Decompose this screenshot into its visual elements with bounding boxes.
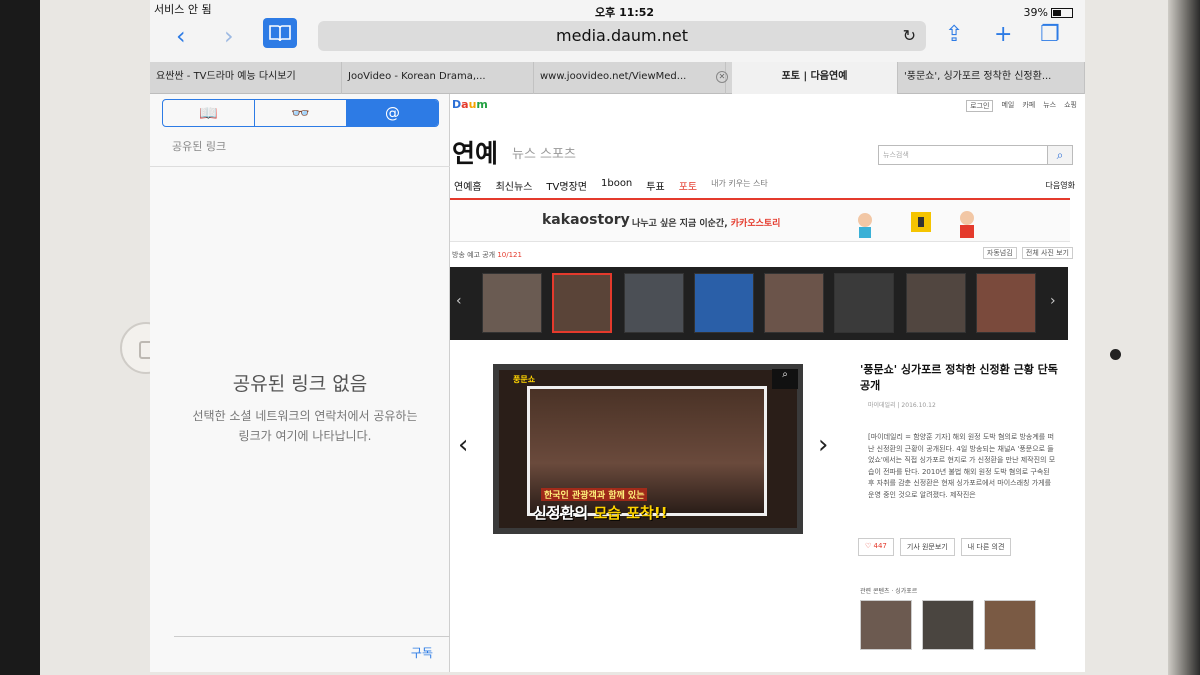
tabs-overview-button[interactable]: ❐ [1040,22,1060,47]
banner-illustration [858,211,974,238]
tab-5[interactable]: '풍문쇼', 싱가포르 정착한 신정환... [898,62,1085,94]
close-tab-icon[interactable]: ✕ [716,71,728,83]
subscribe-button[interactable]: 구독 [411,644,433,661]
feature-caption-small: 한국인 관광객과 함께 있는 [541,488,648,501]
daum-logo[interactable]: Daum [452,98,488,111]
tab-1[interactable]: 요싼싼 - TV드라마 예능 다시보기 [150,62,342,94]
photo-thumb[interactable] [976,273,1036,333]
tab-3[interactable]: www.joovideo.net/ViewMed... [534,62,726,94]
book-icon [269,25,291,42]
view-original-button[interactable]: 기사 원문보기 [899,538,955,556]
photo-thumb[interactable] [764,273,824,333]
new-tab-button[interactable]: + [994,22,1012,47]
strip-controls: 자동넘김 전체 사진 보기 [980,247,1073,259]
forward-button[interactable]: › [224,22,234,50]
article-body: [마이데일리 = 함양훈 기자] 해외 원정 도박 혐의로 방송계를 떠난 신정… [868,433,1056,499]
tab-strip: 요싼싼 - TV드라마 예능 다시보기 JooVideo - Korean Dr… [150,62,1085,94]
article-actions: ♡ 447 기사 원문보기 내 다른 의견 [858,538,1012,556]
bookmarks-button[interactable] [263,18,297,48]
tab-active[interactable]: 포토 | 다음연예 [732,62,898,94]
menu-item-photo[interactable]: 포토 [679,178,697,193]
feature-prev-icon[interactable]: ‹ [458,430,468,460]
menu-item-home[interactable]: 연예홈 [454,178,482,193]
strip-title: 방송 예고 공개 10/121 [452,251,522,259]
back-button[interactable]: ‹ [176,22,186,50]
bookmarks-tab[interactable]: 📖 [163,100,255,126]
daum-movie-link[interactable]: 다음영화 [1046,180,1075,191]
banner-brand: kakaostory [542,212,630,228]
menu-item-star[interactable]: 내가 키우는 스타 [711,178,768,193]
reload-icon[interactable]: ↻ [903,21,916,51]
news-search-input[interactable]: 뉴스검색 [878,145,1048,165]
section-title[interactable]: 연예 [452,134,498,170]
section-label: 공유된 링크 [172,140,227,153]
photo-thumb[interactable] [694,273,754,333]
front-camera [1110,349,1121,360]
view-all-photos-button[interactable]: 전체 사진 보기 [1021,247,1073,259]
shared-links-tab[interactable]: @ [347,100,438,126]
feature-caption-large: 신정환의 모습 포착!! [533,504,668,522]
strip-next-icon[interactable]: › [1050,293,1056,309]
cafe-link[interactable]: 카페 [1022,100,1035,112]
section-menu: 연예홈 최신뉴스 TV명장면 1boon 투표 포토 내가 키우는 스타 [454,178,768,193]
reading-list-tab[interactable]: 👓 [255,100,347,126]
article-meta: 마이데일리 | 2016.10.12 [868,402,936,409]
related-thumb[interactable] [860,600,912,650]
strip-prev-icon[interactable]: ‹ [456,293,462,309]
photo-thumb[interactable] [906,273,966,333]
menu-item-1boon[interactable]: 1boon [601,178,632,193]
divider [150,166,450,167]
photo-thumb[interactable] [482,273,542,333]
related-thumb[interactable] [922,600,974,650]
empty-title: 공유된 링크 없음 [232,373,368,395]
photo-thumb[interactable] [624,273,684,333]
autoplay-toggle[interactable]: 자동넘김 [982,247,1017,259]
mail-link[interactable]: 메일 [1001,100,1014,112]
banner-message: 나누고 싶은 지금 이순간, 카카오스토리 [632,219,781,229]
device-edge [1168,0,1200,675]
empty-description: 선택한 소셜 네트워크의 연락처에서 공유하는 링크가 여기에 나타납니다. [192,409,418,443]
status-bar: 서비스 안 됨 오후 11:52 39% [150,0,1085,19]
menu-item-tv[interactable]: TV명장면 [546,178,587,193]
feature-next-icon[interactable]: › [818,430,828,460]
photo-thumbnail-strip: ‹ › [450,267,1068,340]
search-icon[interactable]: ⌕ [1047,145,1073,165]
address-bar[interactable]: media.daum.net ↻ [318,21,926,51]
safari-toolbar: ‹ › media.daum.net ↻ ⇪ + ❐ [150,18,1085,62]
like-button[interactable]: ♡ 447 [858,538,894,556]
shopping-link[interactable]: 쇼핑 [1064,100,1077,112]
menu-item-latest[interactable]: 최신뉴스 [496,178,533,193]
kakaostory-banner[interactable]: kakaostory 나누고 싶은 지금 이순간, 카카오스토리 [450,200,1070,242]
tab-2[interactable]: JooVideo - Korean Drama,... [342,62,534,94]
sidebar-segmented-control: 📖 👓 @ [162,99,439,127]
opinion-button[interactable]: 내 다른 의견 [960,538,1012,556]
feature-tag: 풍문쇼 [513,375,536,384]
daum-topline: Daum [452,98,488,112]
carrier-label: 서비스 안 됨 [154,3,212,16]
utility-links: 로그인 메일 카페 뉴스 쇼핑 [966,100,1077,112]
article-title[interactable]: '풍문쇼' 싱가포르 정착한 신정환 근황 단독 공개 [860,362,1060,394]
menu-item-vote[interactable]: 투표 [646,178,664,193]
login-link[interactable]: 로그인 [966,100,994,112]
ipad-screen: 서비스 안 됨 오후 11:52 39% ‹ › media.daum.net … [150,0,1085,672]
zoom-icon[interactable]: ⌕ [772,369,798,389]
shared-links-sidebar: 📖 👓 @ 공유된 링크 공유된 링크 없음 선택한 소셜 네트워크의 연락처에… [150,94,450,672]
news-link[interactable]: 뉴스 [1043,100,1056,112]
photo-thumb-selected[interactable] [552,273,612,333]
related-heading: 관련 콘텐츠 · 싱가포르 [860,588,918,595]
battery-icon [1051,8,1073,18]
web-page: Daum 로그인 메일 카페 뉴스 쇼핑 연예 뉴스 스포츠 뉴스검색 ⌕ 연예… [450,94,1085,672]
divider [174,636,450,637]
photo-thumb[interactable] [834,273,894,333]
section-subnav[interactable]: 뉴스 스포츠 [512,143,576,162]
share-button[interactable]: ⇪ [945,22,963,47]
featured-photo[interactable]: 풍문쇼 한국인 관광객과 함께 있는 신정환의 모습 포착!! ⌕ [493,364,803,534]
url-text: media.daum.net [556,26,688,45]
related-thumb[interactable] [984,600,1036,650]
